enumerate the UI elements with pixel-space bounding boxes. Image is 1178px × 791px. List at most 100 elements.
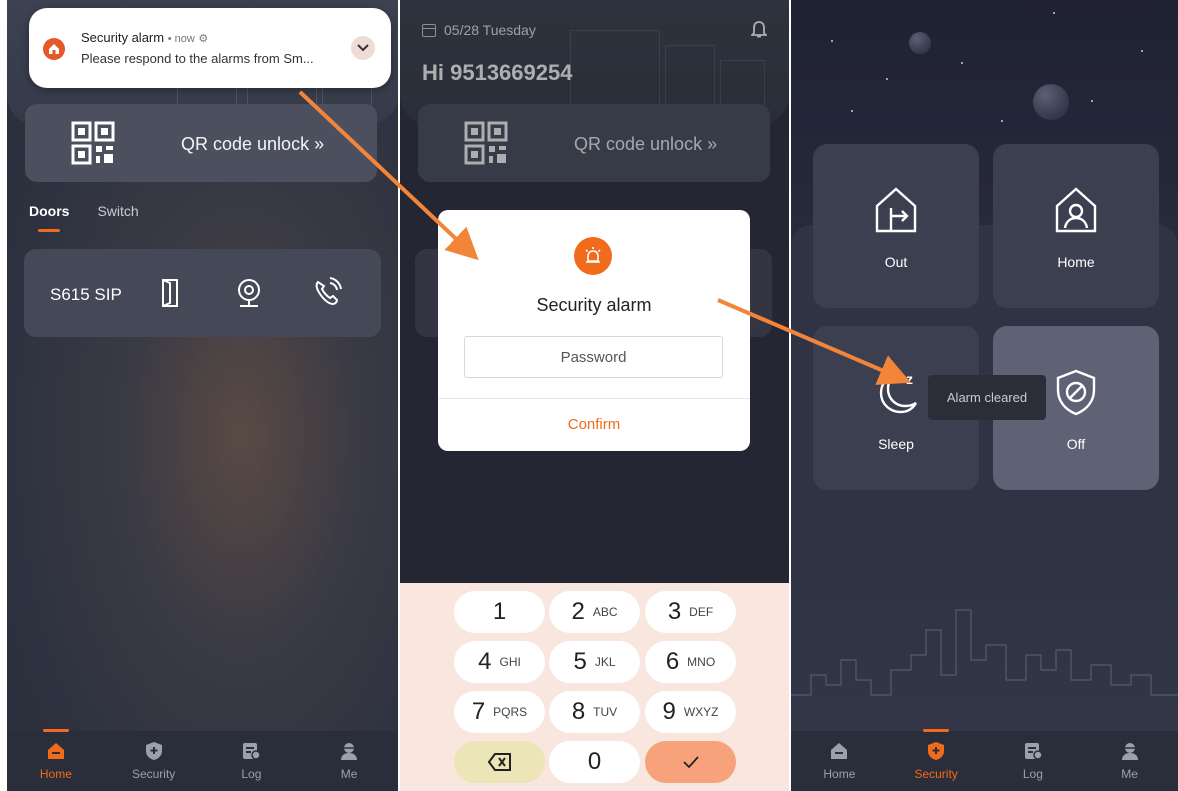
door-card: S615 SIP: [24, 249, 381, 337]
notification-title: Security alarm • now ⚙: [81, 30, 208, 45]
key-8[interactable]: 8 TUV: [549, 691, 640, 733]
nav-me[interactable]: Me: [309, 741, 389, 781]
house-exit-icon: [875, 187, 917, 233]
mode-home-label: Home: [1057, 254, 1095, 270]
shield-plus-icon: [928, 742, 945, 760]
nav-security[interactable]: Security: [896, 729, 976, 781]
key-9-digit: 9: [662, 698, 676, 725]
qr-unlock-card[interactable]: QR code unlock »: [25, 104, 377, 182]
door-tabs: Doors Switch: [29, 203, 139, 232]
key-5[interactable]: 5 JKL: [549, 641, 640, 683]
key-3-letters: DEF: [689, 605, 714, 619]
numeric-keypad: 1 2 ABC 3 DEF 4 GHI 5 JKL 6 MNO 7 PQRS 8 TUV 9W…: [400, 583, 789, 791]
bell-mini-icon: ⚙: [198, 33, 209, 45]
nav-log-label: Log: [241, 767, 262, 781]
mode-off-label: Off: [1066, 436, 1086, 452]
door-name: S615 SIP: [50, 285, 122, 304]
mode-home-card[interactable]: Home: [993, 144, 1159, 308]
screen-password-dialog: 05/28 Tuesday Hi 9513669254 QR code unlo…: [400, 0, 789, 791]
key-5-digit: 5: [573, 648, 587, 675]
user-icon: [341, 743, 358, 760]
nav-home[interactable]: Home: [799, 741, 879, 781]
key-7-digit: 7: [471, 698, 486, 725]
security-alarm-dialog: Security alarm Confirm: [438, 210, 750, 451]
nav-me[interactable]: Me: [1090, 741, 1170, 781]
city-skyline-decoration: [791, 609, 1178, 696]
key-7[interactable]: 7 PQRS: [454, 691, 545, 733]
nav-log[interactable]: Log: [993, 741, 1073, 781]
key-4-digit: 4: [478, 648, 492, 675]
moon-icon: z: [879, 371, 918, 414]
key-6-letters: MNO: [687, 655, 716, 669]
house-person-icon: [1055, 187, 1097, 233]
key-8-letters: TUV: [593, 705, 618, 719]
screen-home-notification: QR code unlock » Doors Switch S615 SIP S…: [7, 0, 398, 791]
nav-home-label: Home: [39, 767, 72, 781]
bottom-nav: Home Security Log Me: [7, 729, 398, 791]
key-5-letters: JKL: [594, 655, 616, 669]
home-app-icon: [49, 44, 59, 54]
key-0-digit: 0: [587, 748, 602, 775]
key-6-digit: 6: [665, 648, 680, 675]
mode-sleep-label: Sleep: [878, 436, 914, 452]
backspace-key[interactable]: [454, 741, 545, 783]
password-input[interactable]: [464, 336, 723, 378]
security-alarm-notification[interactable]: Security alarm • now ⚙ Please respond to…: [29, 8, 391, 88]
key-4-letters: GHI: [499, 655, 521, 669]
key-7-letters: PQRS: [493, 705, 528, 719]
bottom-nav: Home Security Log Me: [791, 729, 1178, 791]
key-2[interactable]: 2 ABC: [549, 591, 640, 633]
qr-code-icon: [71, 121, 115, 165]
key-8-digit: 8: [571, 698, 586, 725]
camera-icon[interactable]: [234, 277, 264, 309]
user-icon: [1121, 743, 1138, 760]
mode-out-card[interactable]: Out: [813, 144, 979, 308]
tab-doors[interactable]: Doors: [29, 203, 69, 232]
door-icon[interactable]: [156, 277, 186, 309]
nav-log[interactable]: Log: [211, 741, 291, 781]
composite-stage: QR code unlock » Doors Switch S615 SIP S…: [0, 0, 1178, 791]
key-3-digit: 3: [667, 598, 682, 625]
key-2-letters: ABC: [592, 605, 618, 619]
planet-small: [909, 32, 931, 54]
dialog-title: Security alarm: [536, 295, 652, 315]
qr-unlock-label: QR code unlock »: [181, 134, 325, 154]
home-icon: [831, 743, 848, 759]
key-2-digit: 2: [571, 598, 585, 625]
svg-text:z: z: [906, 371, 913, 387]
shield-off-icon: [1056, 369, 1096, 416]
tab-switch[interactable]: Switch: [97, 203, 138, 219]
nav-security[interactable]: Security: [114, 741, 194, 781]
app-icon: [43, 38, 65, 60]
home-icon: [47, 743, 64, 759]
key-1-digit: 1: [492, 598, 507, 625]
nav-security-label: Security: [131, 767, 176, 781]
confirm-button[interactable]: Confirm: [438, 416, 750, 433]
backspace-icon: [487, 753, 511, 771]
nav-security-label: Security: [914, 767, 958, 781]
alarm-siren-icon: [574, 237, 612, 275]
key-1[interactable]: 1: [454, 591, 545, 633]
key-6[interactable]: 6 MNO: [645, 641, 736, 683]
nav-home[interactable]: Home: [16, 729, 96, 781]
log-icon: [243, 743, 262, 760]
key-9[interactable]: 9 WXYZ: [645, 691, 736, 733]
key-0[interactable]: 0: [549, 741, 640, 783]
planet-large: [1033, 84, 1069, 120]
chevron-down-icon[interactable]: [351, 36, 375, 60]
enter-key[interactable]: [645, 741, 736, 783]
key-4[interactable]: 4 GHI: [454, 641, 545, 683]
nav-me-label: Me: [1121, 767, 1138, 781]
nav-home-label: Home: [823, 767, 856, 781]
call-icon[interactable]: [312, 277, 342, 309]
notification-meta: • now: [167, 33, 195, 45]
log-icon: [1024, 743, 1043, 760]
screen-security-modes: Out Home z Sleep Off Alarm cleared Home …: [791, 0, 1178, 791]
mode-out-label: Out: [884, 254, 908, 270]
shield-plus-icon: [145, 742, 162, 760]
notification-body: Please respond to the alarms from Sm...: [81, 51, 314, 66]
alarm-cleared-toast: Alarm cleared: [928, 375, 1046, 420]
dialog-divider: [438, 398, 750, 399]
key-3[interactable]: 3 DEF: [645, 591, 736, 633]
check-icon: [682, 756, 699, 769]
